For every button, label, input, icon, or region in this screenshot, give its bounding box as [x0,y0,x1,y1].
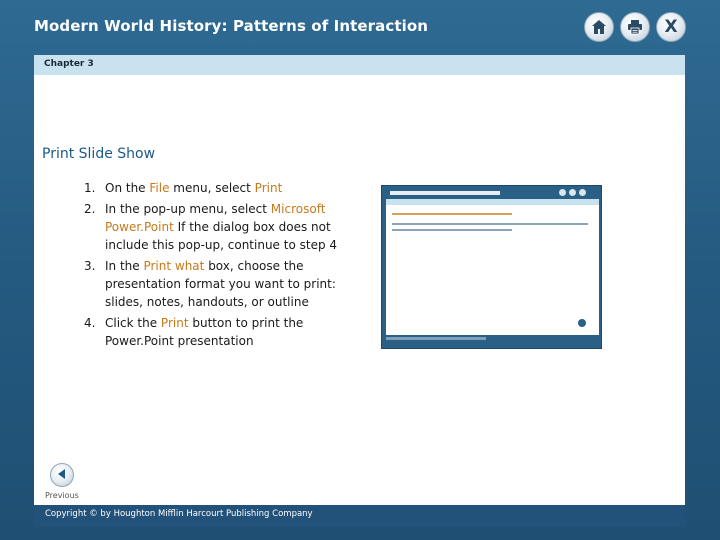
preview-print-icon [569,189,576,196]
step-text: menu, select [169,181,255,195]
slide-frame: Modern World History: Patterns of Intera… [0,0,720,540]
step-number: 2. [84,202,96,216]
preview-page [386,205,599,335]
step-text: In the [105,259,144,273]
list-item: 2. In the pop-up menu, select Microsoft … [84,200,354,254]
preview-title-bar [390,191,500,195]
preview-text-line [392,223,588,225]
home-icon [590,18,608,36]
close-button[interactable]: X [656,12,686,42]
slide-preview-image [381,185,602,349]
previous-label: Previous [45,491,79,500]
preview-close-icon [579,189,586,196]
step-number: 4. [84,316,96,330]
copyright-text: Copyright © by Houghton Mifflin Harcourt… [45,509,313,519]
step-number: 3. [84,259,96,273]
chapter-label: Chapter 3 [44,59,94,69]
menu-name: File [149,181,170,195]
step-text: Click the [105,316,161,330]
close-icon: X [664,17,678,37]
footer-bar: Copyright © by Houghton Mifflin Harcourt… [34,505,685,527]
chapter-bar: Chapter 3 [34,55,685,75]
button-name: Print [160,316,189,330]
menu-command: Print [254,181,283,195]
preview-heading-line [392,213,512,215]
list-item: 4. Click the Print button to print the P… [84,314,354,350]
instruction-list: 1. On the File menu, select Print 2. In … [84,179,354,353]
list-item: 1. On the File menu, select Print [84,179,354,197]
arrow-left-icon [55,466,69,485]
step-text: In the pop-up menu, select [105,202,271,216]
content-area: Print Slide Show 1. On the File menu, se… [34,75,685,505]
app-title: Modern World History: Patterns of Intera… [34,17,429,35]
print-button[interactable] [620,12,650,42]
previous-button[interactable] [50,463,74,487]
step-number: 1. [84,181,96,195]
preview-footer-line [386,337,486,340]
field-name: Print what [143,259,205,273]
preview-text-line [392,229,512,231]
print-icon [626,18,644,36]
section-title: Print Slide Show [42,146,156,162]
home-button[interactable] [584,12,614,42]
step-text: On the [105,181,150,195]
preview-nav-icon [578,319,586,327]
list-item: 3. In the Print what box, choose the pre… [84,257,354,311]
preview-home-icon [559,189,566,196]
